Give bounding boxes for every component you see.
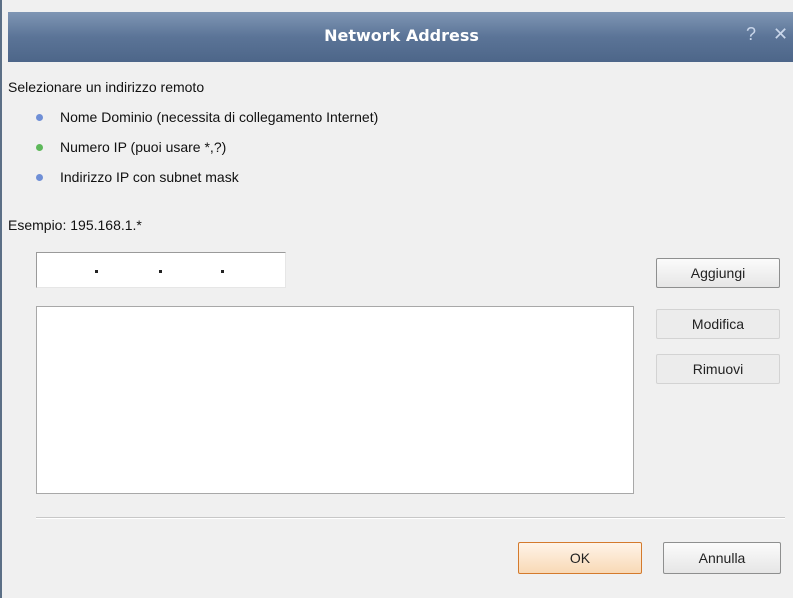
example-text: Esempio: 195.168.1.* (8, 217, 142, 233)
ip-separator-dot (95, 270, 98, 273)
bullet-icon (36, 113, 43, 121)
edit-button[interactable]: Modifica (656, 309, 780, 339)
heading-label: Selezionare un indirizzo remoto (8, 79, 205, 95)
bullet-selected-icon (36, 143, 43, 151)
dialog-title: Network Address (324, 26, 479, 45)
option-ip-number[interactable]: Numero IP (puoi usare *,?) (36, 136, 226, 158)
help-icon[interactable]: ? (746, 24, 756, 45)
title-bar[interactable]: Network Address ? ✕ (8, 12, 793, 62)
bullet-icon (36, 173, 43, 181)
option-label: Indirizzo IP con subnet mask (60, 169, 239, 185)
address-list[interactable] (36, 306, 634, 494)
close-icon[interactable]: ✕ (773, 24, 788, 45)
add-button[interactable]: Aggiungi (656, 258, 780, 288)
remove-button[interactable]: Rimuovi (656, 354, 780, 384)
ok-button[interactable]: OK (518, 542, 642, 574)
option-label: Numero IP (puoi usare *,?) (60, 139, 227, 155)
option-ip-subnet[interactable]: Indirizzo IP con subnet mask (36, 166, 239, 188)
cancel-button[interactable]: Annulla (663, 542, 781, 574)
network-address-dialog: Network Address ? ✕ Selezionare un indir… (0, 0, 793, 598)
ip-separator-dot (221, 270, 224, 273)
ip-address-input[interactable] (36, 252, 286, 288)
dialog-body: Selezionare un indirizzo remoto Nome Dom… (8, 62, 793, 598)
separator (36, 517, 785, 519)
option-label: Nome Dominio (necessita di collegamento … (60, 109, 379, 125)
ip-separator-dot (159, 270, 162, 273)
option-domain-name[interactable]: Nome Dominio (necessita di collegamento … (36, 106, 378, 128)
